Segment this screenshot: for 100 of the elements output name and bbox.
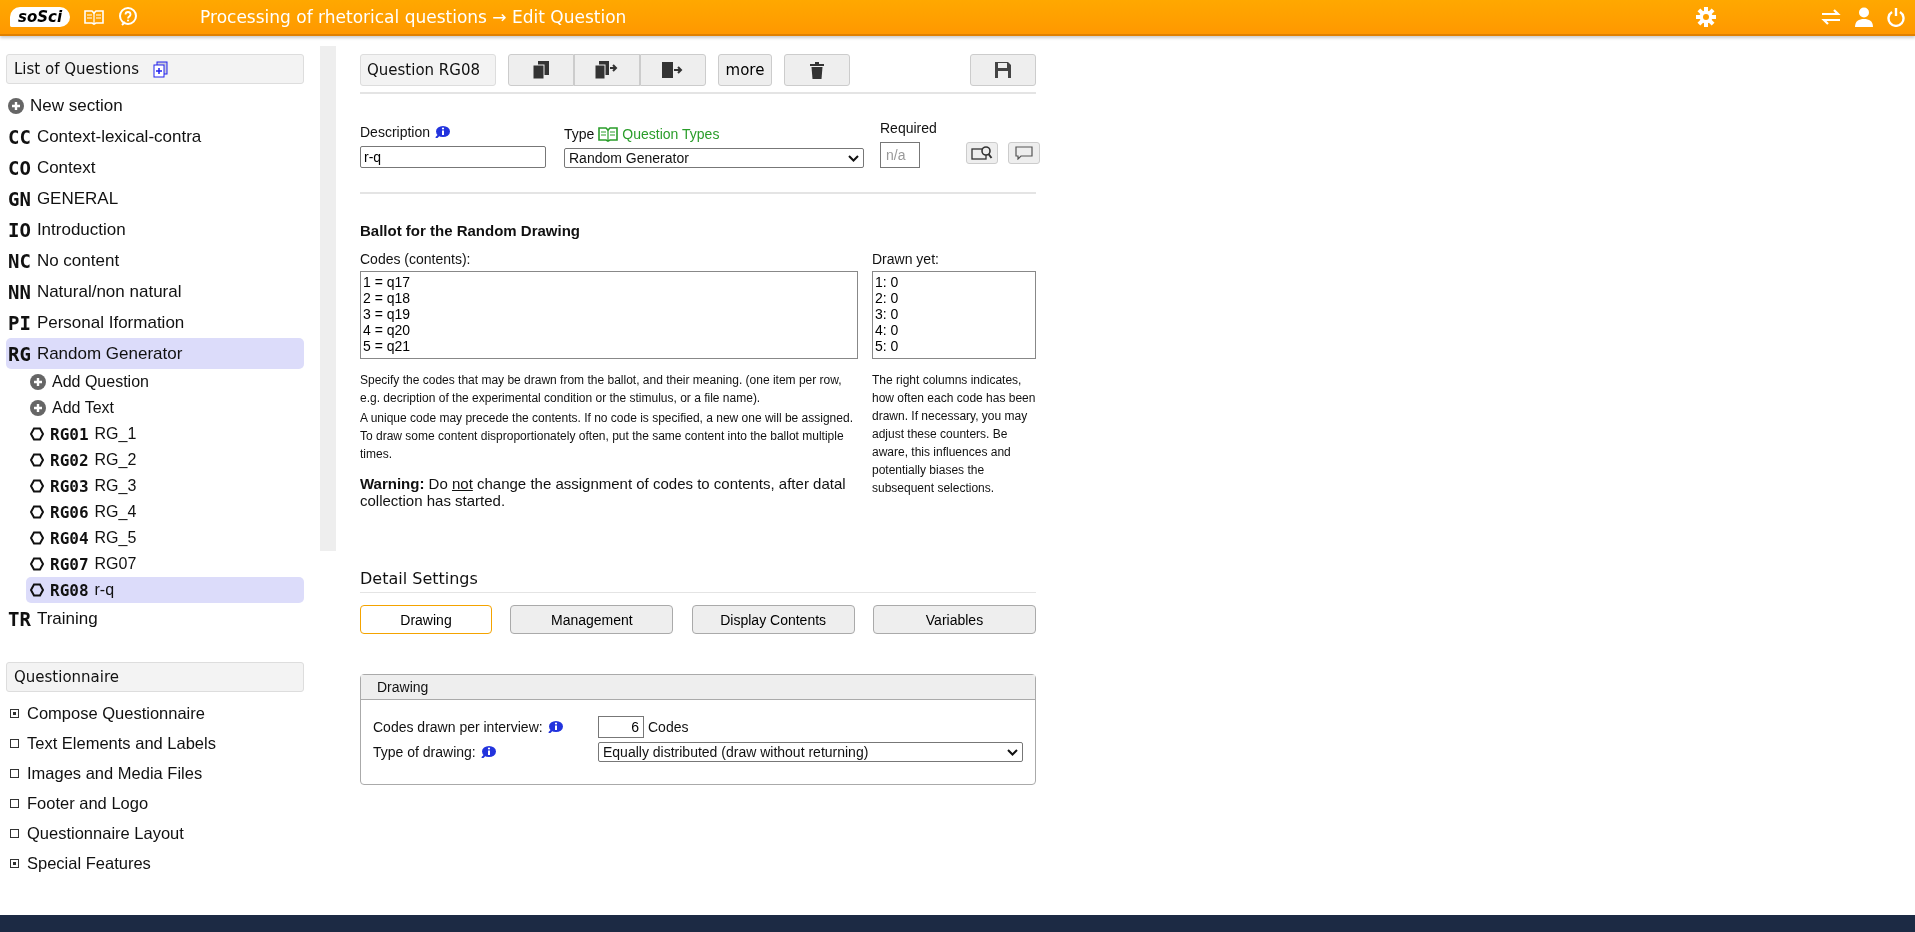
dropdown-caret-icon (848, 154, 859, 162)
question-item[interactable]: RG06 RG_4 (26, 499, 304, 525)
description-field[interactable]: r-q (360, 146, 546, 168)
menu-item[interactable]: Footer and Logo (6, 788, 304, 818)
delete-button[interactable] (784, 54, 850, 86)
help-text: Specify the codes that may be drawn from the ballot, and their meaning. (one item per row, e.g. decription of the experimental condition or the stimulus, or a file name). (360, 372, 843, 407)
more-button[interactable]: more (718, 54, 772, 86)
save-button[interactable] (970, 54, 1036, 86)
info-icon[interactable] (434, 126, 451, 138)
question-item[interactable]: RG03 RG_3 (26, 473, 304, 499)
copy-to-button[interactable] (574, 54, 640, 86)
section-label: GENERAL (36, 188, 119, 209)
move-arrow-icon (662, 62, 684, 78)
plus-icon (30, 374, 46, 390)
preview-button[interactable] (966, 142, 998, 164)
question-label: RG_3 (94, 477, 137, 495)
section-label: New section (30, 95, 123, 116)
hexagon-icon (30, 427, 44, 441)
book-icon[interactable] (598, 126, 619, 142)
square-icon (10, 798, 19, 808)
question-item[interactable]: RG04 RG_5 (26, 525, 304, 551)
section-label: Random Generator (36, 343, 183, 364)
question-item[interactable]: RG07 RG07 (26, 551, 304, 577)
question-label: RG_5 (94, 529, 137, 547)
hexagon-icon (30, 531, 44, 545)
menu-label: Questionnaire Layout (27, 823, 184, 843)
field-label: Type (564, 126, 595, 142)
menu-label: Footer and Logo (27, 793, 149, 813)
expand-box-icon (10, 858, 19, 868)
question-item[interactable]: RG08 r-q (26, 577, 304, 603)
section-item[interactable]: CC Context-lexical-contra (6, 121, 304, 152)
settings-tab[interactable]: Management (510, 605, 674, 634)
field-label: Drawn yet: (872, 251, 940, 267)
menu-item[interactable]: Questionnaire Layout (6, 818, 304, 848)
question-item[interactable]: Add Text (26, 395, 304, 421)
drawing-type-select[interactable]: Equally distributed (draw without returning) (598, 742, 1023, 762)
speech-bubble-icon (1015, 146, 1033, 160)
dropdown-caret-icon (1007, 748, 1018, 756)
square-icon (10, 768, 19, 778)
section-item[interactable]: CO Context (6, 152, 304, 183)
question-item[interactable]: Add Question (26, 369, 304, 395)
section-label: Introduction (36, 219, 126, 240)
square-icon (10, 738, 19, 748)
section-item[interactable]: TR Training (6, 603, 304, 634)
settings-tab[interactable]: Drawing (360, 605, 492, 634)
section-item[interactable]: New section (6, 90, 304, 121)
panel-title: Drawing (361, 675, 1035, 700)
question-code: RG01 (50, 424, 89, 444)
question-label: Add Text (52, 399, 114, 417)
type-select[interactable]: Random Generator (564, 148, 864, 168)
question-item[interactable]: RG01 RG_1 (26, 421, 304, 447)
question-item[interactable]: RG02 RG_2 (26, 447, 304, 473)
question-code: RG07 (50, 554, 89, 574)
section-label: No content (36, 250, 120, 271)
section-item[interactable]: IO Introduction (6, 214, 304, 245)
comment-button[interactable] (1008, 142, 1040, 164)
section-code: TR (8, 607, 31, 630)
codes-count-field[interactable]: 6 (598, 716, 644, 738)
codes-textarea[interactable]: 1 = q17 2 = q18 3 = q19 4 = q20 5 = q21 (360, 271, 858, 359)
hexagon-icon (30, 453, 44, 467)
section-code: PI (8, 311, 31, 334)
required-field[interactable]: n/a (880, 142, 920, 168)
question-code: RG08 (50, 580, 89, 600)
menu-item[interactable]: Special Features (6, 848, 304, 878)
menu-item[interactable]: Compose Questionnaire (6, 698, 304, 728)
question-label: RG_4 (94, 503, 137, 521)
add-page-icon[interactable] (153, 60, 169, 78)
expand-box-icon (10, 708, 19, 718)
section-item[interactable]: GN GENERAL (6, 183, 304, 214)
question-code: RG02 (50, 450, 89, 470)
section-label: Natural/non natural (36, 281, 182, 302)
unit-label: Codes (648, 719, 689, 735)
panel-title: Questionnaire (14, 668, 120, 686)
logo[interactable]: soSci (10, 7, 71, 27)
section-item[interactable]: RG Random Generator (6, 338, 304, 369)
question-label: RG07 (94, 555, 137, 573)
question-label: RG_1 (94, 425, 137, 443)
hexagon-icon (30, 583, 44, 597)
section-item[interactable]: NC No content (6, 245, 304, 276)
question-label: RG_2 (94, 451, 137, 469)
duplicate-button[interactable] (508, 54, 574, 86)
copy-icon (533, 61, 549, 79)
field-label: Required (880, 120, 937, 136)
menu-item[interactable]: Images and Media Files (6, 758, 304, 788)
hexagon-icon (30, 557, 44, 571)
menu-item[interactable]: Text Elements and Labels (6, 728, 304, 758)
field-label: Codes (contents): (360, 251, 472, 267)
question-types-link[interactable]: Question Types (598, 126, 720, 142)
section-item[interactable]: PI Personal Iformation (6, 307, 304, 338)
settings-tab[interactable]: Variables (873, 605, 1036, 634)
info-icon[interactable] (546, 721, 563, 733)
move-button[interactable] (640, 54, 706, 86)
menu-label: Images and Media Files (27, 763, 203, 783)
settings-tab[interactable]: Display Contents (691, 605, 855, 634)
info-icon[interactable] (479, 746, 496, 758)
menu-label: Special Features (27, 853, 151, 873)
section-item[interactable]: NN Natural/non natural (6, 276, 304, 307)
copy-arrow-icon (595, 61, 619, 79)
drawn-counts-textarea[interactable]: 1: 0 2: 0 3: 0 4: 0 5: 0 (872, 271, 1036, 359)
warning-text: Warning: Do not change the assignment of codes to contents, after datal collection has started. (360, 475, 847, 509)
